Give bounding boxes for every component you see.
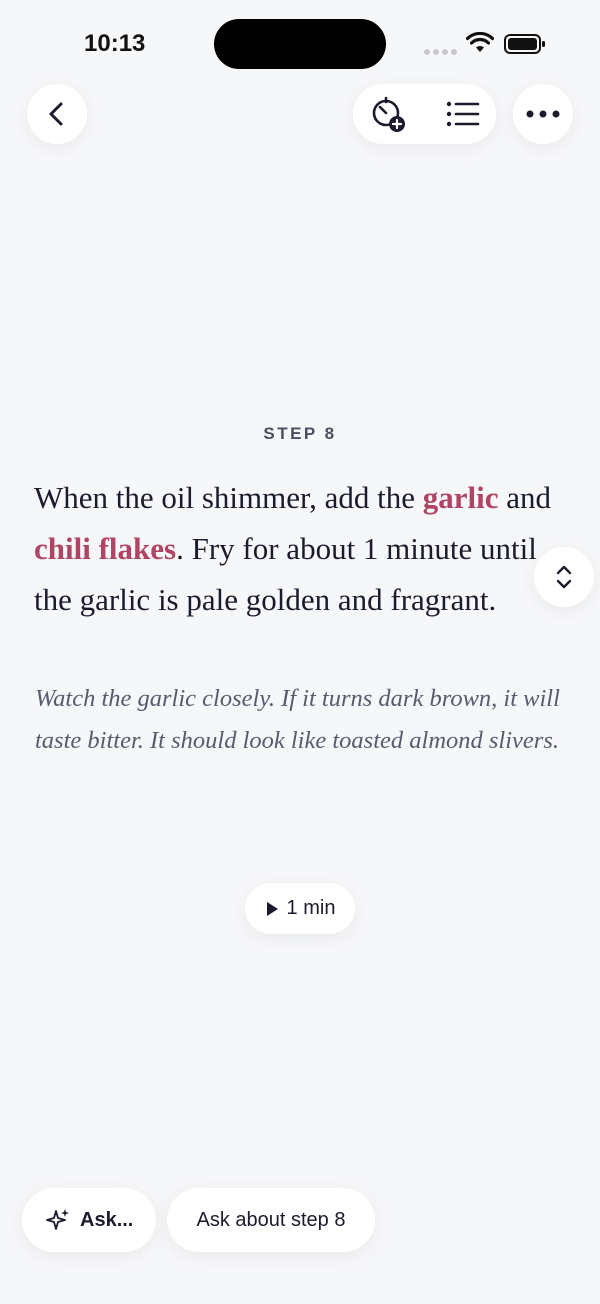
wifi-icon	[466, 32, 494, 52]
ask-about-step-label: Ask about step 8	[196, 1208, 346, 1231]
more-options-button[interactable]	[513, 84, 573, 144]
battery-icon	[504, 34, 545, 54]
status-icons	[424, 32, 554, 56]
start-timer-button[interactable]: 1 min	[245, 883, 355, 934]
dynamic-island	[214, 19, 386, 69]
ask-label: Ask...	[80, 1208, 134, 1231]
step-instruction: When the oil shimmer, add the garlic and…	[34, 472, 574, 625]
ask-button[interactable]: Ask...	[22, 1188, 156, 1252]
timer-label: 1 min	[286, 897, 336, 919]
sparkles-icon	[46, 1208, 70, 1232]
cellular-signal-icon	[424, 42, 460, 60]
status-time: 10:13	[84, 30, 146, 57]
add-timer-button[interactable]	[359, 84, 419, 144]
instruction-text: and	[498, 480, 552, 515]
step-label: STEP 8	[263, 424, 337, 443]
bottom-ask-bar: Ask... Ask about step 8	[0, 1188, 600, 1252]
instruction-text: When the oil shimmer, add the	[34, 480, 423, 515]
list-icon	[446, 101, 480, 127]
ingredient-link-garlic[interactable]: garlic	[423, 480, 499, 515]
expand-collapse-button[interactable]	[534, 547, 594, 607]
ellipsis-icon	[526, 110, 560, 118]
ingredients-list-button[interactable]	[433, 84, 493, 144]
chevron-up-down-icon	[556, 565, 572, 589]
toolbar-pill-group	[353, 84, 496, 144]
top-toolbar	[0, 84, 600, 146]
timer-add-icon	[372, 96, 405, 132]
chevron-left-icon	[49, 102, 63, 126]
play-icon	[266, 901, 278, 916]
back-button[interactable]	[27, 84, 87, 144]
step-tip: Watch the garlic closely. If it turns da…	[35, 685, 560, 754]
ingredient-link-chili-flakes[interactable]: chili flakes	[34, 531, 176, 566]
status-bar: 10:13	[0, 0, 600, 90]
ask-about-step-button[interactable]: Ask about step 8	[167, 1188, 375, 1252]
